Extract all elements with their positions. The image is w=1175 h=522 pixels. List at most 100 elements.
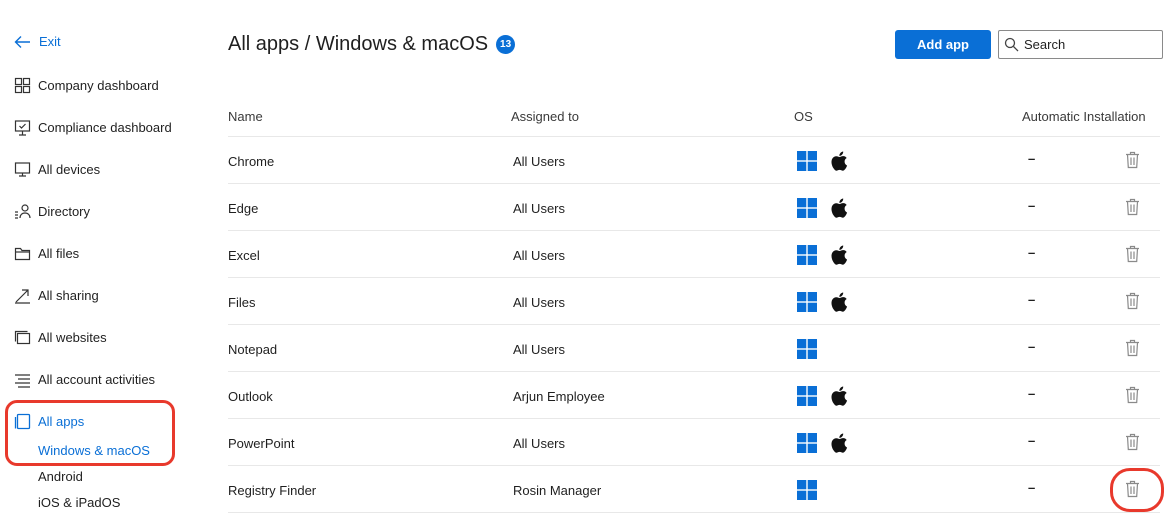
- automatic-installation: –: [1028, 480, 1036, 495]
- exit-link[interactable]: Exit: [14, 34, 61, 49]
- table-row[interactable]: Chrome All Users –: [228, 137, 1160, 184]
- windows-icon: [797, 198, 817, 218]
- automatic-installation: –: [1028, 292, 1036, 307]
- exit-label: Exit: [39, 34, 61, 49]
- search-input[interactable]: [1024, 37, 1159, 52]
- trash-icon: [1125, 480, 1140, 498]
- sidebar-item-all-account-activities[interactable]: All account activities: [14, 369, 155, 389]
- sidebar-subitem-android[interactable]: Android: [38, 469, 83, 484]
- app-name: Edge: [228, 201, 259, 216]
- trash-icon: [1125, 386, 1140, 404]
- column-header-os[interactable]: OS: [794, 109, 813, 124]
- trash-icon: [1125, 339, 1140, 357]
- delete-app-button[interactable]: [1125, 198, 1140, 219]
- apps-icon: [14, 413, 31, 430]
- sidebar-item-compliance-dashboard[interactable]: Compliance dashboard: [14, 117, 172, 137]
- apple-icon: [817, 433, 848, 453]
- table-row[interactable]: Notepad All Users –: [228, 325, 1160, 372]
- column-header-assigned-to[interactable]: Assigned to: [511, 109, 579, 124]
- sidebar-item-all-sharing[interactable]: All sharing: [14, 285, 99, 305]
- sidebar-item-all-websites[interactable]: All websites: [14, 327, 107, 347]
- sidebar-item-directory[interactable]: Directory: [14, 201, 90, 221]
- sidebar-item-label: Company dashboard: [38, 77, 159, 93]
- delete-app-button[interactable]: [1125, 386, 1140, 407]
- windows-icon: [797, 151, 817, 171]
- sidebar-item-company-dashboard[interactable]: Company dashboard: [14, 75, 159, 95]
- windows-icon: [797, 245, 817, 265]
- os-icons: [797, 151, 848, 171]
- os-icons: [797, 198, 848, 218]
- sidebar-subitem-windows-macos[interactable]: Windows & macOS: [38, 443, 150, 458]
- app-count-badge: 13: [496, 35, 516, 54]
- trash-icon: [1125, 245, 1140, 263]
- delete-app-button[interactable]: [1125, 245, 1140, 266]
- automatic-installation: –: [1028, 198, 1036, 213]
- table-row[interactable]: Files All Users –: [228, 278, 1160, 325]
- os-icons: [797, 480, 817, 500]
- os-icons: [797, 386, 848, 406]
- column-header-automatic-installation[interactable]: Automatic Installation: [1022, 109, 1146, 124]
- sidebar-item-label: All sharing: [38, 287, 99, 303]
- apple-icon: [817, 245, 848, 265]
- assigned-to: All Users: [513, 201, 566, 216]
- os-icons: [797, 433, 848, 453]
- share-icon: [14, 287, 31, 304]
- windows-icon: [797, 433, 817, 453]
- apple-icon: [817, 198, 848, 218]
- page-title: All apps / Windows & macOS 13: [228, 33, 516, 56]
- directory-icon: [14, 203, 31, 220]
- table-row[interactable]: Outlook Arjun Employee –: [228, 372, 1160, 419]
- assigned-to: All Users: [513, 295, 566, 310]
- sidebar-item-all-files[interactable]: All files: [14, 243, 79, 263]
- monitor-check-icon: [14, 119, 31, 136]
- automatic-installation: –: [1028, 386, 1036, 401]
- folder-icon: [14, 245, 31, 262]
- apple-icon: [817, 151, 848, 171]
- sidebar-item-label: All account activities: [38, 371, 156, 387]
- assigned-to: All Users: [513, 248, 566, 263]
- automatic-installation: –: [1028, 433, 1036, 448]
- sidebar-item-label: Directory: [38, 203, 91, 219]
- add-app-button[interactable]: Add app: [895, 30, 991, 59]
- assigned-to: All Users: [513, 436, 566, 451]
- sidebar-item-label: All websites: [38, 329, 107, 345]
- delete-app-button[interactable]: [1125, 151, 1140, 172]
- app-name: Excel: [228, 248, 260, 263]
- column-header-name[interactable]: Name: [228, 109, 263, 124]
- sidebar: Exit Company dashboard Compliance dashbo…: [0, 0, 200, 522]
- automatic-installation: –: [1028, 339, 1036, 354]
- sidebar-item-all-devices[interactable]: All devices: [14, 159, 100, 179]
- devices-icon: [14, 161, 31, 178]
- windows-icon: [797, 292, 817, 312]
- search-box[interactable]: [998, 30, 1163, 59]
- automatic-installation: –: [1028, 245, 1036, 260]
- delete-app-button[interactable]: [1125, 480, 1140, 501]
- list-icon: [14, 371, 31, 388]
- apple-icon: [817, 386, 848, 406]
- delete-app-button[interactable]: [1125, 339, 1140, 360]
- os-icons: [797, 245, 848, 265]
- sidebar-subitem-ios-ipados[interactable]: iOS & iPadOS: [38, 495, 120, 510]
- sidebar-item-label: All devices: [38, 161, 101, 177]
- delete-app-button[interactable]: [1125, 433, 1140, 454]
- sidebar-item-all-apps[interactable]: All apps: [14, 411, 84, 431]
- apple-icon: [817, 292, 848, 312]
- websites-icon: [14, 329, 31, 346]
- windows-icon: [797, 480, 817, 500]
- table-row[interactable]: Edge All Users –: [228, 184, 1160, 231]
- trash-icon: [1125, 198, 1140, 216]
- table-header: Name Assigned to OS Automatic Installati…: [228, 96, 1160, 137]
- windows-icon: [797, 339, 817, 359]
- delete-app-button[interactable]: [1125, 292, 1140, 313]
- app-name: Notepad: [228, 342, 278, 357]
- assigned-to: All Users: [513, 154, 566, 169]
- os-icons: [797, 292, 848, 312]
- sidebar-item-label: All files: [38, 245, 80, 261]
- table-row[interactable]: Registry Finder Rosin Manager –: [228, 466, 1160, 513]
- trash-icon: [1125, 151, 1140, 169]
- table-row[interactable]: Excel All Users –: [228, 231, 1160, 278]
- table-row[interactable]: PowerPoint All Users –: [228, 419, 1160, 466]
- apps-table: Name Assigned to OS Automatic Installati…: [228, 96, 1160, 513]
- sidebar-item-label: All apps: [38, 413, 85, 429]
- app-name: PowerPoint: [228, 436, 295, 451]
